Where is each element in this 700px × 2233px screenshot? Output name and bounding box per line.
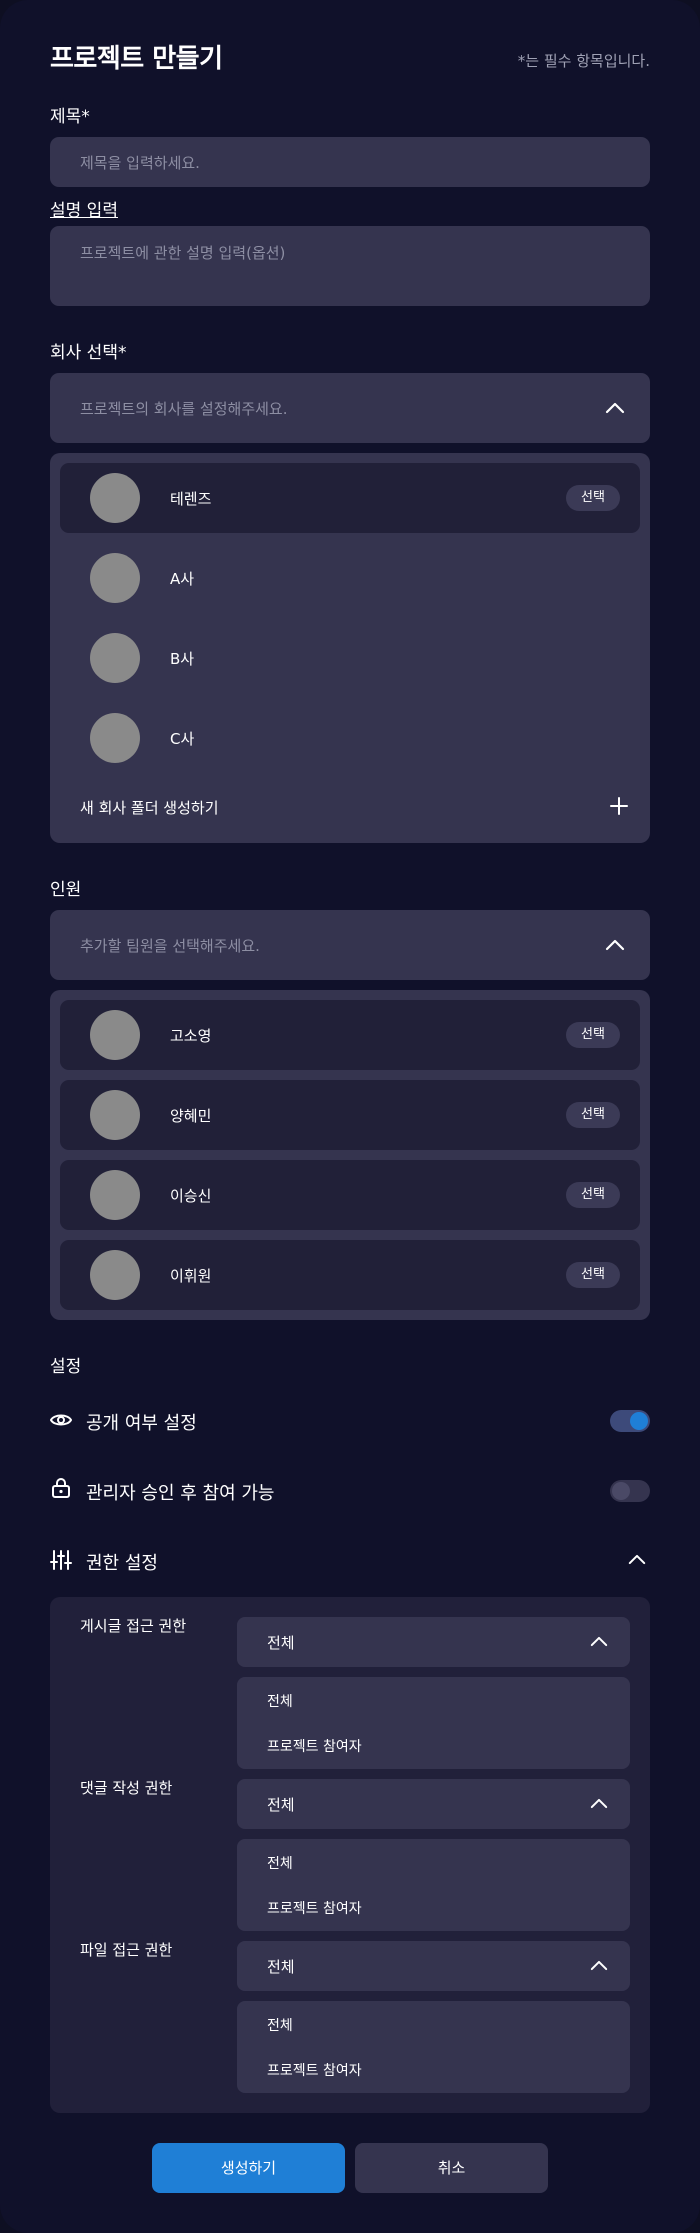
new-company-folder-label[interactable]: 새 회사 폴더 생성하기	[80, 797, 219, 818]
comment-permission-options: 전체 프로젝트 참여자	[237, 1839, 630, 1931]
visibility-label: 공개 여부 설정	[86, 1413, 197, 1434]
members-placeholder: 추가할 팀원을 선택해주세요.	[80, 937, 260, 955]
list-item[interactable]: 고소영 선택	[60, 1000, 640, 1070]
required-note: *는 필수 항목입니다.	[517, 52, 650, 70]
chevron-up-icon[interactable]	[590, 1960, 608, 1971]
permissions-label: 권한 설정	[86, 1553, 158, 1574]
member-name: 양혜민	[170, 1107, 212, 1125]
avatar	[90, 1090, 140, 1140]
list-item[interactable]: C사	[60, 703, 640, 773]
file-access-label: 파일 접근 권한	[80, 1941, 173, 1959]
chevron-up-icon[interactable]	[605, 939, 625, 951]
selected-value: 전체	[267, 1634, 295, 1652]
comment-permission-label: 댓글 작성 권한	[80, 1779, 173, 1797]
selected-value: 전체	[267, 1796, 295, 1814]
approval-label: 관리자 승인 후 참여 가능	[86, 1483, 275, 1504]
avatar	[90, 473, 140, 523]
toggle-knob	[612, 1482, 630, 1500]
avatar	[90, 553, 140, 603]
company-name: A사	[170, 570, 195, 588]
description-input[interactable]: 프로젝트에 관한 설명 입력(옵션)	[50, 226, 650, 306]
file-access-select[interactable]: 전체	[237, 1941, 630, 1991]
company-name: B사	[170, 650, 195, 668]
company-name: C사	[170, 730, 195, 748]
company-label: 회사 선택*	[50, 343, 127, 363]
select-button[interactable]: 선택	[566, 1022, 620, 1048]
title-input[interactable]: 제목을 입력하세요.	[50, 137, 650, 187]
lock-icon	[52, 1478, 70, 1498]
file-access-options: 전체 프로젝트 참여자	[237, 2001, 630, 2093]
avatar	[90, 1170, 140, 1220]
select-button[interactable]: 선택	[566, 1182, 620, 1208]
avatar	[90, 1250, 140, 1300]
option-participants[interactable]: 프로젝트 참여자	[267, 2060, 362, 2080]
selected-value: 전체	[267, 1958, 295, 1976]
create-button[interactable]: 생성하기	[152, 2143, 345, 2193]
company-placeholder: 프로젝트의 회사를 설정해주세요.	[80, 400, 288, 418]
select-button[interactable]: 선택	[566, 1262, 620, 1288]
option-all[interactable]: 전체	[267, 2015, 293, 2035]
create-project-dialog: 프로젝트 만들기 *는 필수 항목입니다. 제목* 제목을 입력하세요. 설명 …	[0, 0, 700, 2233]
company-list: 테렌즈 선택 A사 B사 C사 새 회사 폴더 생성하기	[50, 453, 650, 843]
avatar	[90, 1010, 140, 1060]
toggle-knob	[630, 1412, 648, 1430]
approval-toggle[interactable]	[610, 1480, 650, 1502]
members-list: 고소영 선택 양혜민 선택 이승신 선택 이휘원 선택	[50, 990, 650, 1320]
option-all[interactable]: 전체	[267, 1691, 293, 1711]
select-button[interactable]: 선택	[566, 1102, 620, 1128]
members-label: 인원	[50, 880, 82, 900]
member-name: 이휘원	[170, 1267, 212, 1285]
avatar	[90, 633, 140, 683]
list-item[interactable]: 양혜민 선택	[60, 1080, 640, 1150]
option-all[interactable]: 전체	[267, 1853, 293, 1873]
avatar	[90, 713, 140, 763]
cancel-button[interactable]: 취소	[355, 2143, 548, 2193]
members-select[interactable]: 추가할 팀원을 선택해주세요.	[50, 910, 650, 980]
chevron-up-icon[interactable]	[628, 1554, 646, 1565]
chevron-up-icon[interactable]	[605, 402, 625, 414]
sliders-icon	[50, 1550, 72, 1570]
title-placeholder: 제목을 입력하세요.	[80, 154, 200, 172]
description-placeholder: 프로젝트에 관한 설명 입력(옵션)	[80, 244, 286, 262]
list-item[interactable]: B사	[60, 623, 640, 693]
chevron-up-icon[interactable]	[590, 1636, 608, 1647]
select-button[interactable]: 선택	[566, 485, 620, 511]
member-name: 이승신	[170, 1187, 212, 1205]
list-item[interactable]: 테렌즈 선택	[60, 463, 640, 533]
list-item[interactable]: 이승신 선택	[60, 1160, 640, 1230]
eye-icon	[50, 1414, 72, 1426]
plus-icon[interactable]	[610, 797, 628, 815]
comment-permission-select[interactable]: 전체	[237, 1779, 630, 1829]
visibility-toggle[interactable]	[610, 1410, 650, 1432]
post-access-label: 게시글 접근 권한	[80, 1617, 187, 1635]
list-item[interactable]: 이휘원 선택	[60, 1240, 640, 1310]
member-name: 고소영	[170, 1027, 212, 1045]
post-access-options: 전체 프로젝트 참여자	[237, 1677, 630, 1769]
post-access-select[interactable]: 전체	[237, 1617, 630, 1667]
list-item[interactable]: A사	[60, 543, 640, 613]
chevron-up-icon[interactable]	[590, 1798, 608, 1809]
company-select[interactable]: 프로젝트의 회사를 설정해주세요.	[50, 373, 650, 443]
description-label: 설명 입력	[50, 201, 118, 221]
settings-label: 설정	[50, 1357, 82, 1377]
option-participants[interactable]: 프로젝트 참여자	[267, 1898, 362, 1918]
permissions-panel: 게시글 접근 권한 전체 전체 프로젝트 참여자 댓글 작성 권한 전체 전체 …	[50, 1597, 650, 2113]
title-label: 제목*	[50, 107, 90, 127]
company-name: 테렌즈	[170, 490, 212, 508]
page-title: 프로젝트 만들기	[50, 44, 223, 74]
option-participants[interactable]: 프로젝트 참여자	[267, 1736, 362, 1756]
